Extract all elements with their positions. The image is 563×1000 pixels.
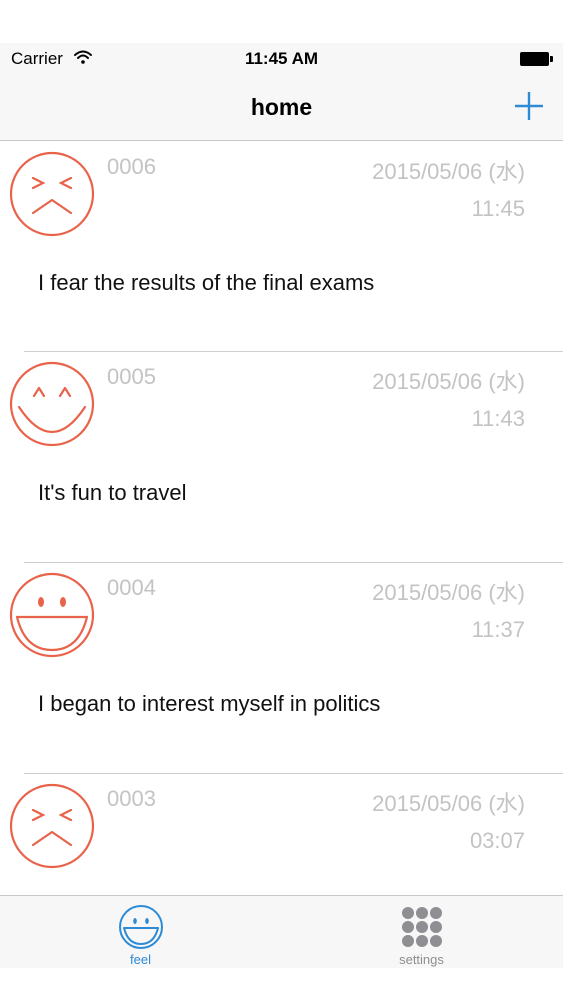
entry-date: 2015/05/06 (水) (372, 580, 525, 605)
tab-feel[interactable]: feel (0, 896, 281, 968)
row-divider (24, 562, 563, 563)
entry-number: 0006 (107, 154, 156, 179)
entry-number: 0003 (107, 786, 156, 811)
tab-label: settings (399, 952, 444, 967)
add-button[interactable] (513, 90, 545, 122)
entry-text: It's fun to travel (38, 480, 187, 505)
fear-face-icon (9, 783, 95, 869)
feeling-list[interactable]: 0006 2015/05/06 (水) 11:45 I fear the res… (0, 141, 563, 895)
list-item[interactable]: 0004 2015/05/06 (水) 11:37 I began to int… (0, 562, 563, 772)
happy-face-icon (9, 361, 95, 447)
entry-date: 2015/05/06 (水) (372, 159, 525, 184)
row-divider (24, 773, 563, 774)
entry-time: 11:43 (471, 406, 525, 431)
entry-date: 2015/05/06 (水) (372, 791, 525, 816)
status-bar: Carrier 11:45 AM (0, 43, 563, 76)
list-item[interactable]: 0005 2015/05/06 (水) 11:43 It's fun to tr… (0, 351, 563, 561)
tab-settings[interactable]: settings (281, 896, 562, 968)
page-title: home (250, 94, 313, 120)
tab-bar: feel settings (0, 895, 563, 968)
tab-label: feel (130, 952, 151, 967)
laughing-face-icon (9, 572, 95, 658)
entry-date: 2015/05/06 (水) (372, 369, 525, 394)
entry-time: 11:37 (471, 617, 525, 642)
entry-text: I fear the results of the final exams (38, 270, 375, 295)
entry-text: I began to interest myself in politics (38, 691, 381, 716)
list-item[interactable]: 0006 2015/05/06 (水) 11:45 I fear the res… (0, 141, 563, 351)
row-divider (24, 351, 563, 352)
entry-time: 11:45 (471, 196, 525, 221)
navigation-bar: home (0, 76, 563, 141)
battery-icon (520, 52, 553, 66)
entry-time: 03:07 (469, 828, 525, 853)
grid-dots-icon (401, 907, 442, 947)
plus-icon (515, 92, 543, 120)
entry-number: 0005 (107, 364, 156, 389)
fear-face-icon (9, 151, 95, 237)
entry-number: 0004 (107, 575, 156, 600)
list-item[interactable]: 0003 2015/05/06 (水) 03:07 (0, 773, 563, 895)
smile-face-icon (118, 905, 163, 949)
status-time: 11:45 AM (244, 49, 319, 68)
